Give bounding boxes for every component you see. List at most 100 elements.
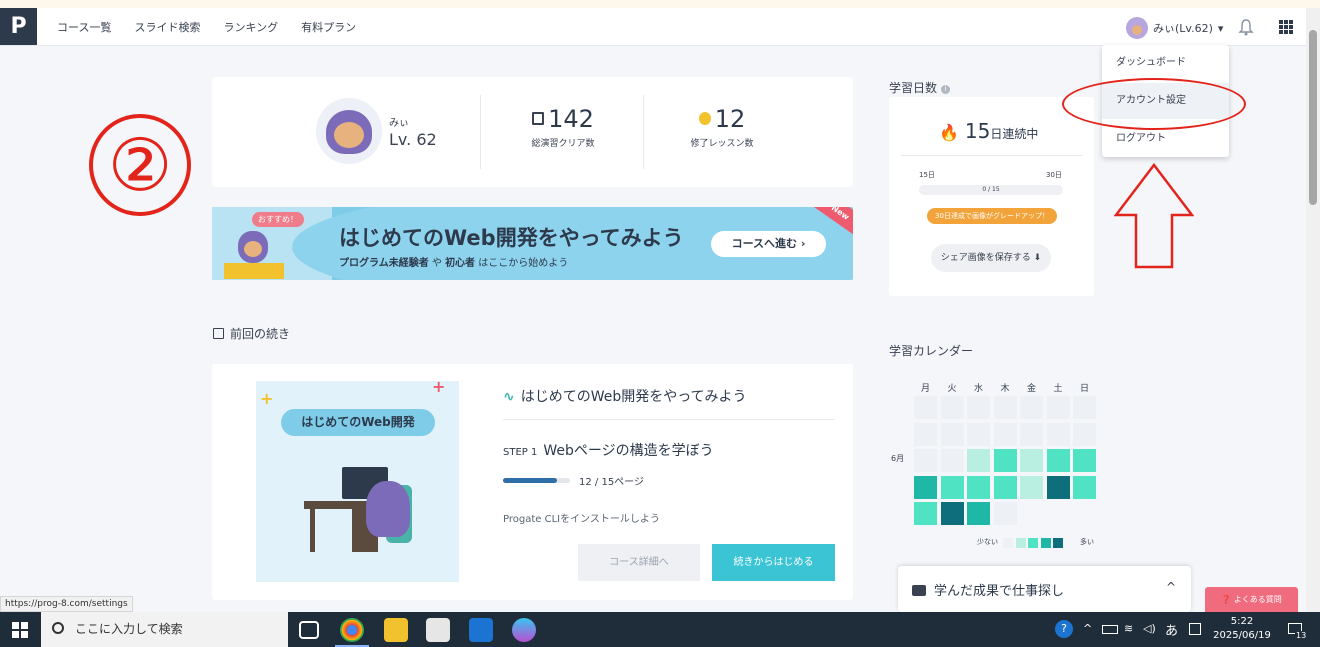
chrome-icon[interactable] [340, 618, 364, 642]
calendar-day-cell[interactable] [914, 396, 937, 419]
calendar-day-cell[interactable] [993, 422, 1017, 446]
calendar-day-cell[interactable] [993, 475, 1017, 499]
job-search-panel[interactable]: 学んだ成果で仕事探し ^ [898, 566, 1191, 612]
web-dev-banner[interactable]: おすすめ！ はじめてのWeb開発をやってみよう プログラム未経験者 や 初心者 … [212, 207, 853, 280]
chevron-up-icon[interactable]: ^ [1166, 580, 1176, 594]
windows-start-icon[interactable] [12, 622, 28, 638]
info-icon[interactable]: i [940, 85, 950, 94]
calendar-day-cell[interactable] [914, 475, 937, 499]
search-icon [52, 622, 64, 634]
study-calendar: 6月 少ない 多い 月 火 水 木 金 土 日 [889, 362, 1099, 552]
calendar-day-cell[interactable] [940, 475, 964, 499]
menu-item-dashboard[interactable]: ダッシュボード [1102, 45, 1229, 81]
calendar-day-cell[interactable] [1046, 475, 1070, 499]
calendar-day-cell[interactable] [1073, 396, 1096, 419]
calendar-day-cell[interactable] [1020, 449, 1043, 472]
status-bar-url: https://prog-8.com/settings [0, 596, 133, 612]
course-icon: ∿ [503, 389, 515, 405]
calendar-day-cell[interactable] [1020, 475, 1043, 499]
calendar-day-cell[interactable] [1073, 449, 1096, 472]
taskbar-search-box[interactable]: ここに入力して検索 [41, 612, 288, 647]
calendar-day-cell[interactable] [967, 475, 990, 499]
calendar-day-cell[interactable] [914, 502, 937, 525]
calendar-day-cell[interactable] [940, 449, 964, 472]
annotation-number-2: ② [89, 114, 191, 216]
top-navbar: P コース一覧 スライド検索 ランキング 有料プラン みぃ(Lv.62) ▾ [0, 8, 1306, 46]
calendar-day-cell[interactable] [967, 502, 990, 525]
annotation-up-arrow [1114, 163, 1194, 269]
study-days-title: 学習日数 i [889, 79, 950, 96]
book-icon [213, 328, 224, 339]
course-detail-button[interactable]: コース詳細へ [578, 544, 700, 581]
notification-center-icon[interactable]: 13 [1286, 619, 1308, 640]
scrollbar-thumb[interactable] [1309, 30, 1317, 205]
calendar-day-cell[interactable] [940, 396, 964, 419]
battery-icon[interactable] [1102, 625, 1118, 634]
next-lesson[interactable]: Progate CLIをインストールしよう [503, 510, 660, 525]
profile-card: みぃ Lv. 62 142 総演習クリア数 12 修了レッスン数 [212, 77, 853, 187]
course-title: ∿ はじめてのWeb開発をやってみよう [503, 389, 747, 405]
calendar-weekday: 月 [920, 384, 930, 394]
calendar-day-cell[interactable] [1046, 396, 1070, 419]
ms-store-icon[interactable] [426, 618, 450, 642]
calendar-day-cell[interactable] [967, 422, 990, 446]
apps-grid-icon[interactable] [1279, 20, 1293, 34]
course-illustration: + + はじめてのWeb開発 [256, 381, 459, 582]
continue-button[interactable]: 続きからはじめる [712, 544, 835, 581]
go-to-course-button[interactable]: コースへ進む › [711, 231, 826, 257]
lesson-count: 12 [714, 105, 746, 133]
outlook-icon[interactable] [469, 618, 493, 642]
wifi-icon[interactable]: ≋ [1124, 622, 1133, 635]
clear-count-label: 総演習クリア数 [531, 139, 595, 149]
chevron-up-icon[interactable]: ^ [1083, 622, 1092, 635]
nav-link-slide-search[interactable]: スライド検索 [134, 19, 200, 35]
progate-logo[interactable]: P [0, 8, 37, 45]
volume-icon[interactable]: ◁) [1143, 622, 1156, 635]
divider [503, 419, 834, 420]
calendar-day-cell[interactable] [993, 449, 1017, 472]
windows-taskbar: ここに入力して検索 ? ^ ≋ ◁) あ 5:22 2025/06/19 13 [0, 612, 1320, 647]
save-share-image-button[interactable]: シェア画像を保存する ⬇ [931, 244, 1051, 272]
divider [643, 95, 644, 169]
bell-icon[interactable] [1238, 18, 1254, 36]
user-menu-toggle[interactable]: みぃ(Lv.62) ▾ [1126, 17, 1223, 39]
calendar-day-cell[interactable] [914, 449, 937, 472]
calendar-weekday: 土 [1053, 384, 1063, 394]
continue-section-title: 前回の続き [213, 325, 290, 342]
lesson-count-label: 修了レッスン数 [690, 139, 754, 149]
calendar-day-cell[interactable] [940, 502, 964, 525]
legend-swatch [1028, 538, 1038, 548]
calendar-day-cell[interactable] [967, 449, 990, 472]
app-drop-icon[interactable] [512, 618, 536, 642]
legend-low: 少ない [977, 538, 998, 546]
task-view-icon[interactable] [299, 621, 319, 639]
calendar-day-cell[interactable] [993, 502, 1017, 525]
calendar-day-cell[interactable] [967, 396, 990, 419]
faq-button[interactable]: ❓ よくある質問 [1205, 587, 1298, 612]
calendar-day-cell[interactable] [1020, 396, 1043, 419]
calendar-day-cell[interactable] [940, 422, 964, 446]
help-icon[interactable]: ? [1055, 620, 1073, 638]
calendar-day-cell[interactable] [1020, 422, 1043, 446]
ime-pad-icon[interactable] [1189, 623, 1201, 635]
calendar-day-cell[interactable] [1046, 449, 1070, 472]
calendar-day-cell[interactable] [1046, 422, 1070, 446]
taskbar-clock[interactable]: 5:22 2025/06/19 [1212, 615, 1272, 643]
calendar-weekday: 日 [1079, 384, 1089, 394]
calendar-day-cell[interactable] [993, 396, 1017, 419]
calendar-day-cell[interactable] [1073, 422, 1096, 446]
ime-indicator[interactable]: あ [1165, 620, 1178, 639]
legend-swatch [1040, 538, 1051, 548]
nav-link-courses[interactable]: コース一覧 [57, 19, 111, 35]
profile-name: みぃ [389, 118, 409, 129]
avatar [316, 98, 382, 164]
calendar-day-cell[interactable] [914, 422, 937, 446]
file-explorer-icon[interactable] [384, 618, 408, 642]
calendar-day-cell[interactable] [1073, 475, 1096, 499]
days-progress-bar: 0 / 15 [919, 185, 1063, 195]
nav-link-paid-plan[interactable]: 有料プラン [301, 19, 356, 35]
nav-link-ranking[interactable]: ランキング [223, 19, 278, 35]
calendar-title: 学習カレンダー [889, 344, 974, 358]
profile-level: Lv. 62 [389, 130, 437, 149]
page-scrollbar[interactable] [1306, 8, 1320, 612]
